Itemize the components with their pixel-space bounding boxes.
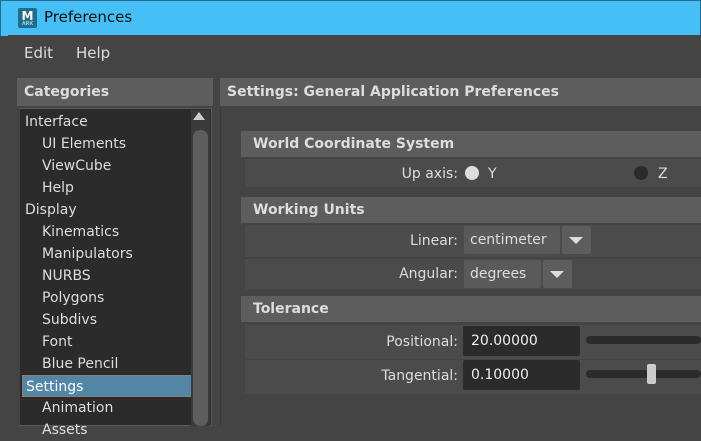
category-item[interactable]: Display: [22, 199, 192, 221]
tangential-input[interactable]: 0.10000: [463, 360, 580, 390]
category-item[interactable]: Help: [22, 177, 192, 199]
scrollbar-thumb[interactable]: [193, 130, 208, 426]
category-item[interactable]: Subdivs: [22, 309, 192, 331]
category-item[interactable]: Kinematics: [22, 221, 192, 243]
section-tolerance[interactable]: Tolerance: [241, 296, 701, 322]
chevron-down-icon[interactable]: [543, 260, 572, 288]
positional-slider[interactable]: [586, 336, 701, 344]
radio-z[interactable]: [634, 166, 648, 180]
category-item[interactable]: Font: [22, 331, 192, 353]
category-item[interactable]: NURBS: [22, 265, 192, 287]
angular-label: Angular:: [399, 266, 458, 282]
category-item[interactable]: Settings: [22, 375, 192, 397]
radio-y-label: Y: [488, 166, 497, 182]
tangential-label: Tangential:: [381, 368, 458, 384]
categories-header: Categories: [17, 78, 213, 106]
linear-label: Linear:: [410, 233, 458, 249]
chevron-down-icon[interactable]: [562, 226, 591, 254]
settings-header: Settings: General Application Preference…: [220, 78, 701, 106]
category-item[interactable]: Polygons: [22, 287, 192, 309]
angular-dropdown[interactable]: degrees: [464, 260, 541, 288]
category-item[interactable]: Manipulators: [22, 243, 192, 265]
tangential-slider-handle[interactable]: [647, 364, 656, 384]
radio-y[interactable]: [465, 166, 479, 180]
category-item[interactable]: Blue Pencil: [22, 353, 192, 375]
category-item[interactable]: UI Elements: [22, 133, 192, 155]
scroll-up-arrow-icon[interactable]: [193, 112, 205, 120]
positional-label: Positional:: [386, 334, 458, 350]
categories-list[interactable]: Interface UI Elements ViewCube Help Display K…: [18, 108, 212, 438]
maya-app-icon: M ARK: [18, 8, 37, 28]
up-axis-label: Up axis:: [401, 166, 458, 182]
window-title: Preferences: [44, 8, 133, 26]
linear-dropdown[interactable]: centimeter: [464, 226, 560, 254]
category-item[interactable]: Animation: [22, 397, 192, 419]
category-item[interactable]: Assets: [22, 419, 192, 441]
category-item[interactable]: ViewCube: [22, 155, 192, 177]
section-world-coordinate-system[interactable]: World Coordinate System: [241, 131, 701, 157]
app-icon-sub: ARK: [21, 21, 34, 27]
positional-input[interactable]: 20.00000: [463, 326, 580, 356]
menu-help[interactable]: Help: [76, 44, 110, 62]
tangential-slider[interactable]: [586, 370, 701, 378]
radio-z-label: Z: [658, 166, 668, 182]
menu-edit[interactable]: Edit: [24, 44, 53, 62]
category-item[interactable]: Interface: [22, 111, 192, 133]
section-working-units[interactable]: Working Units: [241, 197, 701, 223]
